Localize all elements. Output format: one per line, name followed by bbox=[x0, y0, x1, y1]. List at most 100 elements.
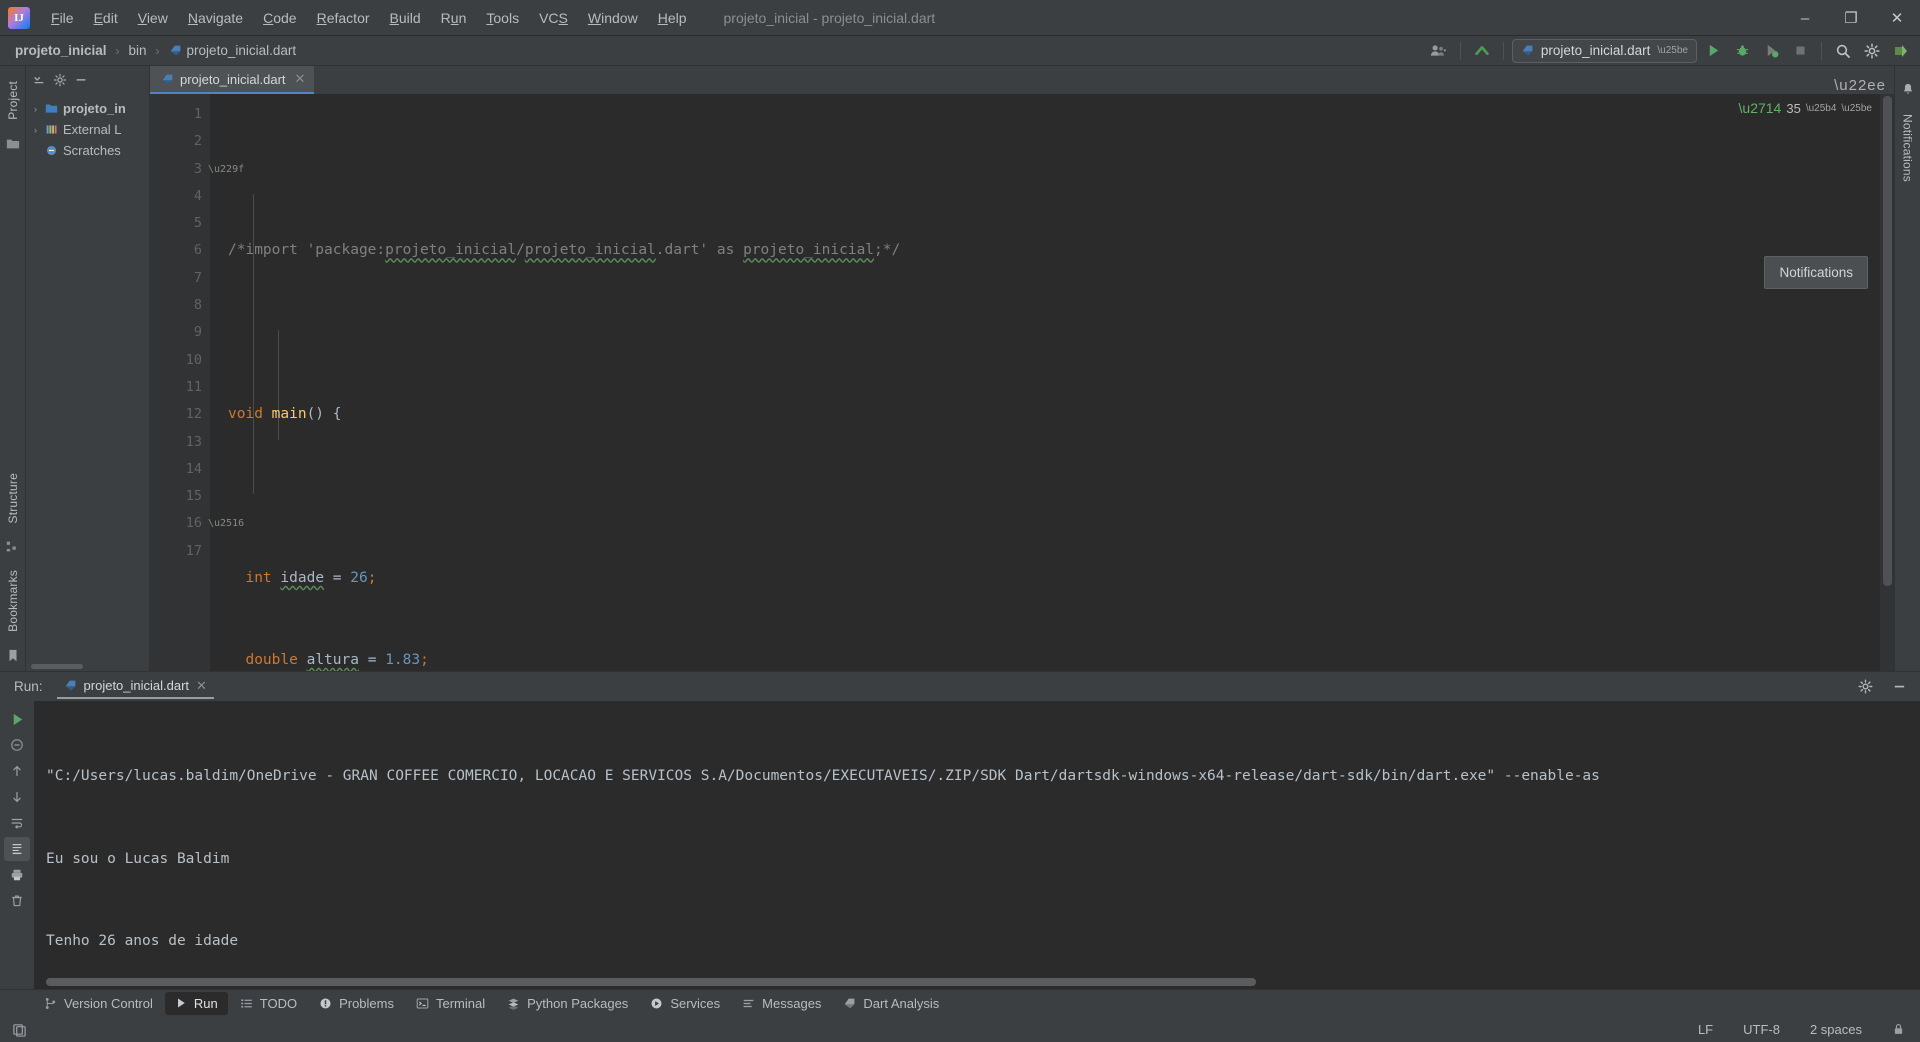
collapse-all-icon[interactable] bbox=[32, 73, 46, 87]
menu-item-run[interactable]: Run bbox=[432, 6, 476, 30]
navigation-bar: projeto_inicial › bin › projeto_inicial.… bbox=[0, 36, 1920, 66]
breadcrumb-project[interactable]: projeto_inicial bbox=[10, 41, 112, 60]
menu-item-vcs[interactable]: VCS bbox=[530, 6, 577, 30]
minimize-button[interactable]: – bbox=[1782, 0, 1828, 36]
bottom-tab-messages[interactable]: Messages bbox=[732, 992, 831, 1015]
menu-item-build[interactable]: Build bbox=[381, 6, 430, 30]
menu-item-navigate[interactable]: Navigate bbox=[179, 6, 252, 30]
menu-item-window[interactable]: Window bbox=[579, 6, 647, 30]
inspection-status[interactable]: \u2714 35 \u25b4 \u25be bbox=[1739, 100, 1872, 116]
scroll-down-icon[interactable] bbox=[4, 785, 30, 809]
status-bar: LF UTF-8 2 spaces bbox=[0, 1016, 1920, 1042]
bottom-tab-python-packages[interactable]: Python Packages bbox=[497, 992, 638, 1015]
window-controls: – ❐ ✕ bbox=[1782, 0, 1920, 35]
bookmark-strip-icon[interactable] bbox=[7, 649, 19, 663]
scroll-up-icon[interactable] bbox=[4, 759, 30, 783]
bottom-tab-problems[interactable]: Problems bbox=[309, 992, 404, 1015]
editor-tab-projeto-inicial[interactable]: projeto_inicial.dart ✕ bbox=[150, 66, 315, 94]
menu-item-edit[interactable]: Edit bbox=[85, 6, 127, 30]
maximize-button[interactable]: ❐ bbox=[1828, 0, 1874, 36]
clear-all-icon[interactable] bbox=[4, 889, 30, 913]
settings-gear-icon[interactable] bbox=[1852, 675, 1878, 699]
folder-strip-icon[interactable] bbox=[6, 137, 20, 151]
run-button[interactable] bbox=[1700, 39, 1726, 63]
bottom-tab-run[interactable]: Run bbox=[164, 991, 228, 1015]
editor-area: 1 2 3 \u229f 4 5 6 7 8 9 10 11 12 13 14 1… bbox=[150, 94, 1894, 671]
chevron-right-icon[interactable]: › bbox=[30, 104, 41, 114]
read-only-lock-icon[interactable] bbox=[1887, 1019, 1910, 1039]
structure-strip-icon[interactable] bbox=[6, 540, 19, 553]
inspection-count: 35 bbox=[1786, 100, 1801, 116]
line-separator-indicator[interactable]: LF bbox=[1693, 1019, 1718, 1040]
close-icon[interactable]: ✕ bbox=[295, 71, 306, 87]
menu-item-help[interactable]: Help bbox=[649, 6, 696, 30]
debug-button[interactable] bbox=[1729, 39, 1755, 63]
menu-item-code[interactable]: Code bbox=[254, 6, 305, 30]
run-tab-projeto-inicial[interactable]: projeto_inicial.dart ✕ bbox=[56, 675, 214, 699]
bottom-tab-label: Messages bbox=[762, 995, 822, 1011]
scroll-to-end-icon[interactable] bbox=[4, 837, 30, 861]
layout-toggle-icon[interactable] bbox=[12, 1022, 27, 1037]
hide-window-icon[interactable] bbox=[1886, 675, 1912, 699]
more-options-icon[interactable]: \u22ee bbox=[1834, 77, 1886, 94]
run-coverage-button[interactable] bbox=[1758, 39, 1784, 63]
soft-wrap-icon[interactable] bbox=[4, 811, 30, 835]
code-content[interactable]: /*import 'package:projeto_inicial/projet… bbox=[210, 94, 1880, 671]
right-tool-strip: Notifications bbox=[1894, 66, 1920, 671]
breadcrumb-separator: › bbox=[155, 43, 160, 58]
bottom-tab-version-control[interactable]: Version Control bbox=[34, 992, 163, 1015]
breadcrumb-bin[interactable]: bin bbox=[124, 41, 152, 60]
intellij-window: IJ File Edit View Navigate Code Refactor… bbox=[0, 0, 1920, 1042]
menu-item-refactor[interactable]: Refactor bbox=[308, 6, 379, 30]
gutter-line: 3 \u229f bbox=[193, 160, 245, 177]
run-configuration-selector[interactable]: projeto_inicial.dart \u25be bbox=[1511, 38, 1697, 63]
chevron-down-icon[interactable]: \u25be bbox=[1841, 103, 1872, 114]
stop-button[interactable] bbox=[1787, 39, 1813, 63]
sidebar-item-notifications[interactable]: Notifications bbox=[1897, 105, 1919, 191]
sidebar-item-structure[interactable]: Structure bbox=[2, 464, 24, 533]
bottom-tab-todo[interactable]: TODO bbox=[230, 992, 307, 1015]
tree-node-scratches[interactable]: Scratches bbox=[26, 140, 149, 161]
plugin-icon[interactable] bbox=[1888, 39, 1914, 63]
tree-node-project[interactable]: › projeto_in bbox=[26, 98, 149, 119]
bottom-tab-dart-analysis[interactable]: Dart Analysis bbox=[833, 992, 949, 1015]
rerun-icon[interactable] bbox=[4, 707, 30, 731]
run-window-body: "C:/Users/lucas.baldim/OneDrive - GRAN C… bbox=[0, 701, 1920, 989]
console-output[interactable]: "C:/Users/lucas.baldim/OneDrive - GRAN C… bbox=[34, 701, 1920, 989]
stop-icon[interactable] bbox=[4, 733, 30, 757]
sidebar-item-bookmarks[interactable]: Bookmarks bbox=[2, 561, 24, 641]
notifications-balloon[interactable]: Notifications bbox=[1764, 256, 1868, 289]
menu-item-view[interactable]: View bbox=[129, 6, 177, 30]
gutter-line: 14 bbox=[185, 460, 202, 477]
indent-indicator[interactable]: 2 spaces bbox=[1805, 1019, 1867, 1040]
print-icon[interactable] bbox=[4, 863, 30, 887]
menu-item-file[interactable]: File bbox=[42, 6, 83, 30]
tree-node-external-libraries[interactable]: › External L bbox=[26, 119, 149, 140]
update-arrow-icon[interactable] bbox=[1469, 39, 1495, 63]
encoding-indicator[interactable]: UTF-8 bbox=[1738, 1019, 1785, 1040]
project-horizontal-scrollbar[interactable] bbox=[26, 662, 149, 671]
settings-gear-icon[interactable] bbox=[53, 73, 67, 87]
search-icon[interactable] bbox=[1830, 39, 1856, 63]
gutter-line: 10 bbox=[185, 351, 202, 368]
settings-gear-icon[interactable] bbox=[1859, 39, 1885, 63]
gutter-line: 16 \u2516 bbox=[185, 515, 245, 532]
library-icon bbox=[45, 123, 59, 136]
console-horizontal-scrollbar[interactable] bbox=[46, 978, 1906, 986]
menu-item-tools[interactable]: Tools bbox=[477, 6, 528, 30]
bottom-tab-label: TODO bbox=[259, 995, 298, 1011]
bottom-tab-terminal[interactable]: Terminal bbox=[406, 992, 495, 1015]
notifications-bell-icon[interactable] bbox=[1901, 82, 1915, 97]
chevron-right-icon[interactable]: › bbox=[30, 125, 41, 135]
bottom-tab-services[interactable]: Services bbox=[640, 992, 730, 1015]
chevron-up-icon[interactable]: \u25b4 bbox=[1806, 103, 1837, 114]
close-icon[interactable]: ✕ bbox=[196, 678, 207, 694]
editor-vertical-scrollbar[interactable] bbox=[1880, 94, 1894, 671]
gutter-line: 13 bbox=[185, 433, 202, 450]
hide-window-icon[interactable] bbox=[74, 73, 88, 87]
sidebar-item-project[interactable]: Project bbox=[2, 72, 24, 129]
breadcrumb-file[interactable]: projeto_inicial.dart bbox=[164, 41, 302, 60]
account-icon[interactable] bbox=[1426, 39, 1452, 63]
close-button[interactable]: ✕ bbox=[1874, 0, 1920, 36]
bottom-tab-label: Run bbox=[193, 995, 218, 1011]
